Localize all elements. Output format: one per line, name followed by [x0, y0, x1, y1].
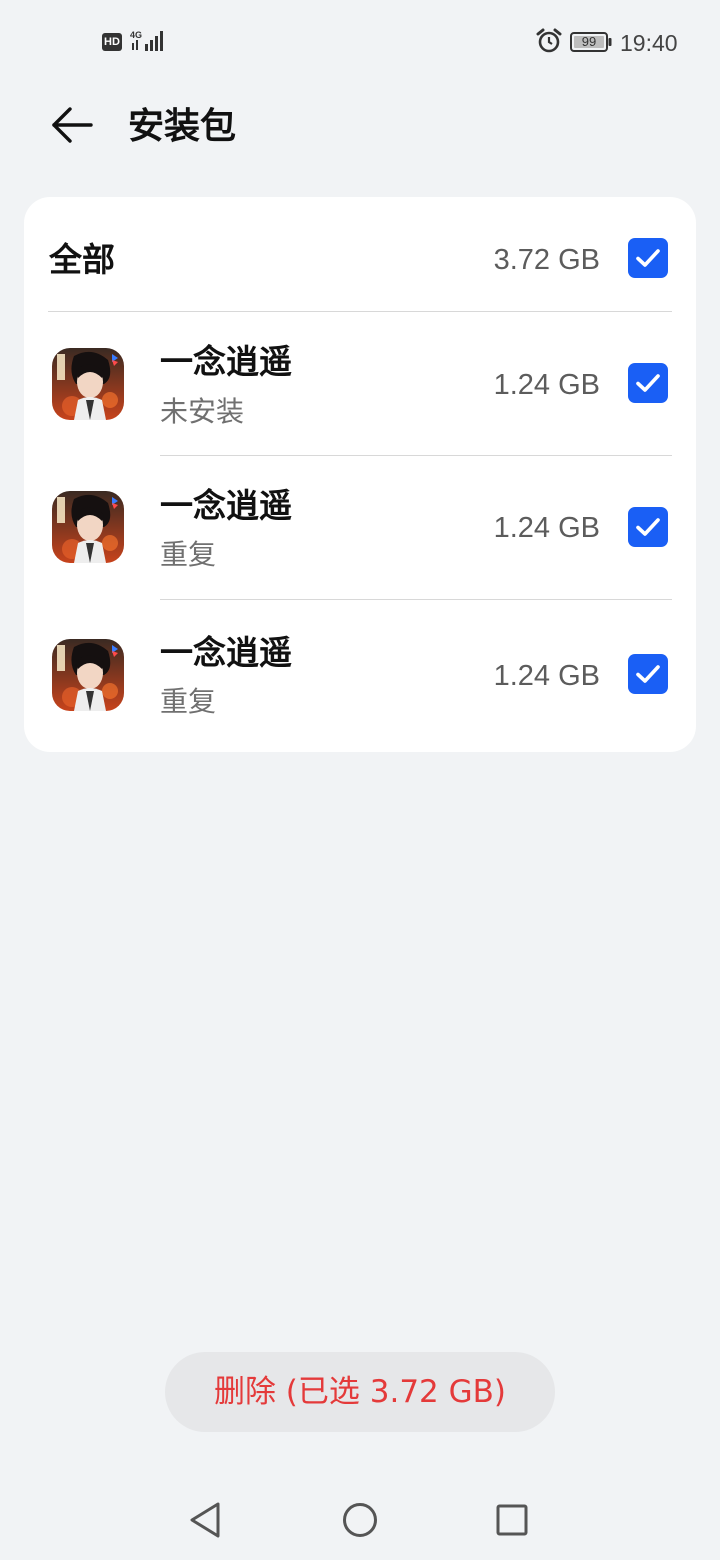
page-title: 安装包 — [128, 106, 237, 147]
check-icon — [636, 665, 660, 683]
package-size: 1.24 GB — [493, 369, 600, 401]
game-app-icon — [52, 639, 124, 711]
package-size: 1.24 GB — [493, 660, 600, 692]
package-name: 一念逍遥 — [160, 633, 292, 672]
battery-level: 99 — [581, 34, 597, 49]
back-button[interactable] — [44, 100, 100, 152]
package-status: 未安装 — [160, 395, 245, 428]
game-app-icon — [52, 491, 124, 563]
select-all-row[interactable]: 全部 3.72 GB — [24, 197, 696, 311]
game-app-icon — [52, 348, 124, 420]
status-bar: HD 4G 99 19:40 — [0, 0, 720, 84]
circle-home-icon[interactable] — [338, 1498, 382, 1542]
triangle-back-icon[interactable] — [184, 1498, 228, 1542]
check-icon — [636, 249, 660, 267]
package-checkbox[interactable] — [628, 654, 668, 694]
arrow-left-icon — [52, 107, 93, 143]
package-status: 重复 — [160, 538, 217, 571]
package-size: 1.24 GB — [493, 512, 600, 544]
svg-text:4G: 4G — [130, 30, 142, 40]
hd-badge: HD — [102, 33, 122, 51]
package-checkbox[interactable] — [628, 507, 668, 547]
square-recents-icon[interactable] — [490, 1498, 534, 1542]
select-all-checkbox[interactable] — [628, 238, 668, 278]
package-row[interactable]: 一念逍遥 未安装 1.24 GB — [24, 311, 696, 455]
package-status: 重复 — [160, 685, 217, 718]
package-checkbox[interactable] — [628, 363, 668, 403]
delete-button[interactable]: 删除 (已选 3.72 GB) — [165, 1352, 555, 1432]
package-row[interactable]: 一念逍遥 重复 1.24 GB — [24, 455, 696, 599]
alarm-icon — [536, 28, 562, 53]
status-time: 19:40 — [620, 30, 678, 56]
signal-icon: 4G — [130, 30, 163, 51]
package-list-card: 全部 3.72 GB 一念逍遥 未安装 1.24 GB 一念逍遥 重复 1.24… — [24, 197, 696, 752]
package-name: 一念逍遥 — [160, 486, 292, 525]
package-name: 一念逍遥 — [160, 342, 292, 381]
package-row[interactable]: 一念逍遥 重复 1.24 GB — [24, 599, 696, 743]
check-icon — [636, 518, 660, 536]
select-all-label: 全部 — [49, 240, 115, 279]
check-icon — [636, 374, 660, 392]
total-size: 3.72 GB — [493, 244, 600, 276]
